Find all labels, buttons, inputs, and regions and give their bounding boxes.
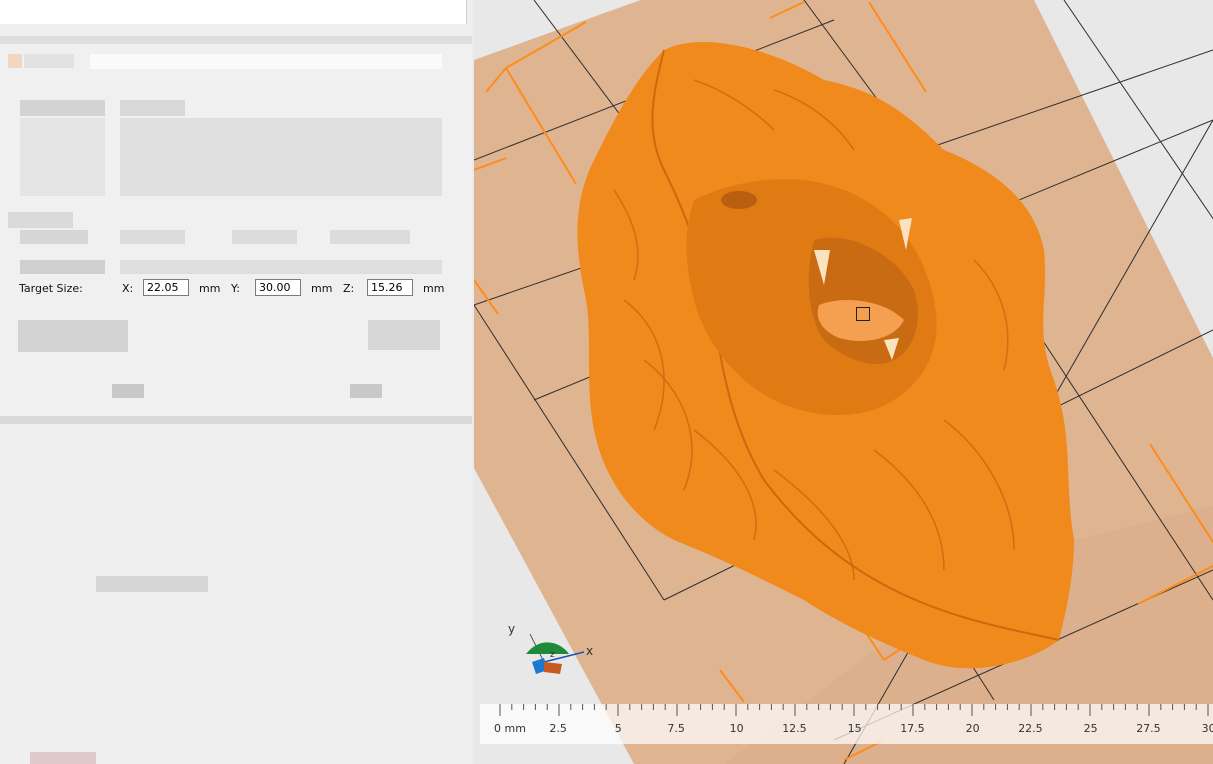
y-label: Y: <box>231 282 240 295</box>
ruler-label: 10 <box>729 722 744 735</box>
ruler-label: 2.5 <box>549 722 567 735</box>
obscured-status-text <box>96 576 208 592</box>
y-unit-label: mm <box>311 282 333 295</box>
obscured-button[interactable] <box>368 320 440 350</box>
ruler-label: 20 <box>965 722 980 735</box>
y-size-input[interactable]: 30.00 <box>255 279 301 296</box>
obscured-label <box>20 260 105 274</box>
axis-z-label: z <box>550 650 555 660</box>
selection-cursor <box>856 307 870 321</box>
obscured-button[interactable] <box>112 384 144 398</box>
ruler-label: 17.5 <box>900 722 925 735</box>
target-size-row: Target Size: X: 22.05 mm Y: 30.00 mm Z: … <box>0 275 472 303</box>
obscured-field[interactable] <box>330 230 410 244</box>
axis-orientation-widget: y x z <box>504 622 604 682</box>
obscured-label <box>24 54 74 68</box>
obscured-label <box>20 100 105 116</box>
ruler-label: 22.5 <box>1018 722 1043 735</box>
x-label: X: <box>122 282 134 295</box>
obscured-label <box>20 230 88 244</box>
z-unit-label: mm <box>423 282 445 295</box>
obscured-field[interactable] <box>120 230 185 244</box>
measurement-ruler: 0 mm 2.5 5 7.5 10 12.5 15 17.5 20 22.5 25 27.5 30 <box>480 704 1213 744</box>
top-input-strip[interactable] <box>0 0 467 24</box>
ruler-label: 30 <box>1201 722 1213 735</box>
ruler-ticks <box>499 704 1209 716</box>
obscured-icon <box>8 54 22 68</box>
z-size-input[interactable]: 15.26 <box>367 279 413 296</box>
ruler-label: 27.5 <box>1136 722 1161 735</box>
x-unit-label: mm <box>199 282 221 295</box>
axis-y-label: y <box>508 622 516 636</box>
obscured-checkbox[interactable] <box>18 320 128 352</box>
obscured-button[interactable] <box>350 384 382 398</box>
obscured-field[interactable] <box>120 260 442 274</box>
z-label: Z: <box>343 282 355 295</box>
x-size-input[interactable]: 22.05 <box>143 279 189 296</box>
target-size-label: Target Size: <box>19 282 83 295</box>
ruler-label-0: 0 mm <box>494 722 526 735</box>
obscured-table <box>120 118 442 196</box>
obscured-column <box>20 118 105 196</box>
ruler-label: 15 <box>847 722 862 735</box>
ruler-label: 12.5 <box>782 722 807 735</box>
ruler-label: 25 <box>1083 722 1098 735</box>
obscured-label <box>8 212 73 228</box>
obscured-field[interactable] <box>90 54 442 69</box>
ruler-label: 5 <box>614 722 622 735</box>
settings-panel: Target Size: X: 22.05 mm Y: 30.00 mm Z: … <box>0 0 472 764</box>
3d-viewport[interactable]: y x z 0 mm 2.5 5 7.5 10 12.5 15 17.5 20 22.5 25 27… <box>474 0 1213 764</box>
obscured-footer <box>30 752 96 764</box>
obscured-field[interactable] <box>232 230 297 244</box>
axis-x-label: x <box>586 644 594 658</box>
ruler-label: 7.5 <box>667 722 685 735</box>
obscured-label <box>120 100 185 116</box>
